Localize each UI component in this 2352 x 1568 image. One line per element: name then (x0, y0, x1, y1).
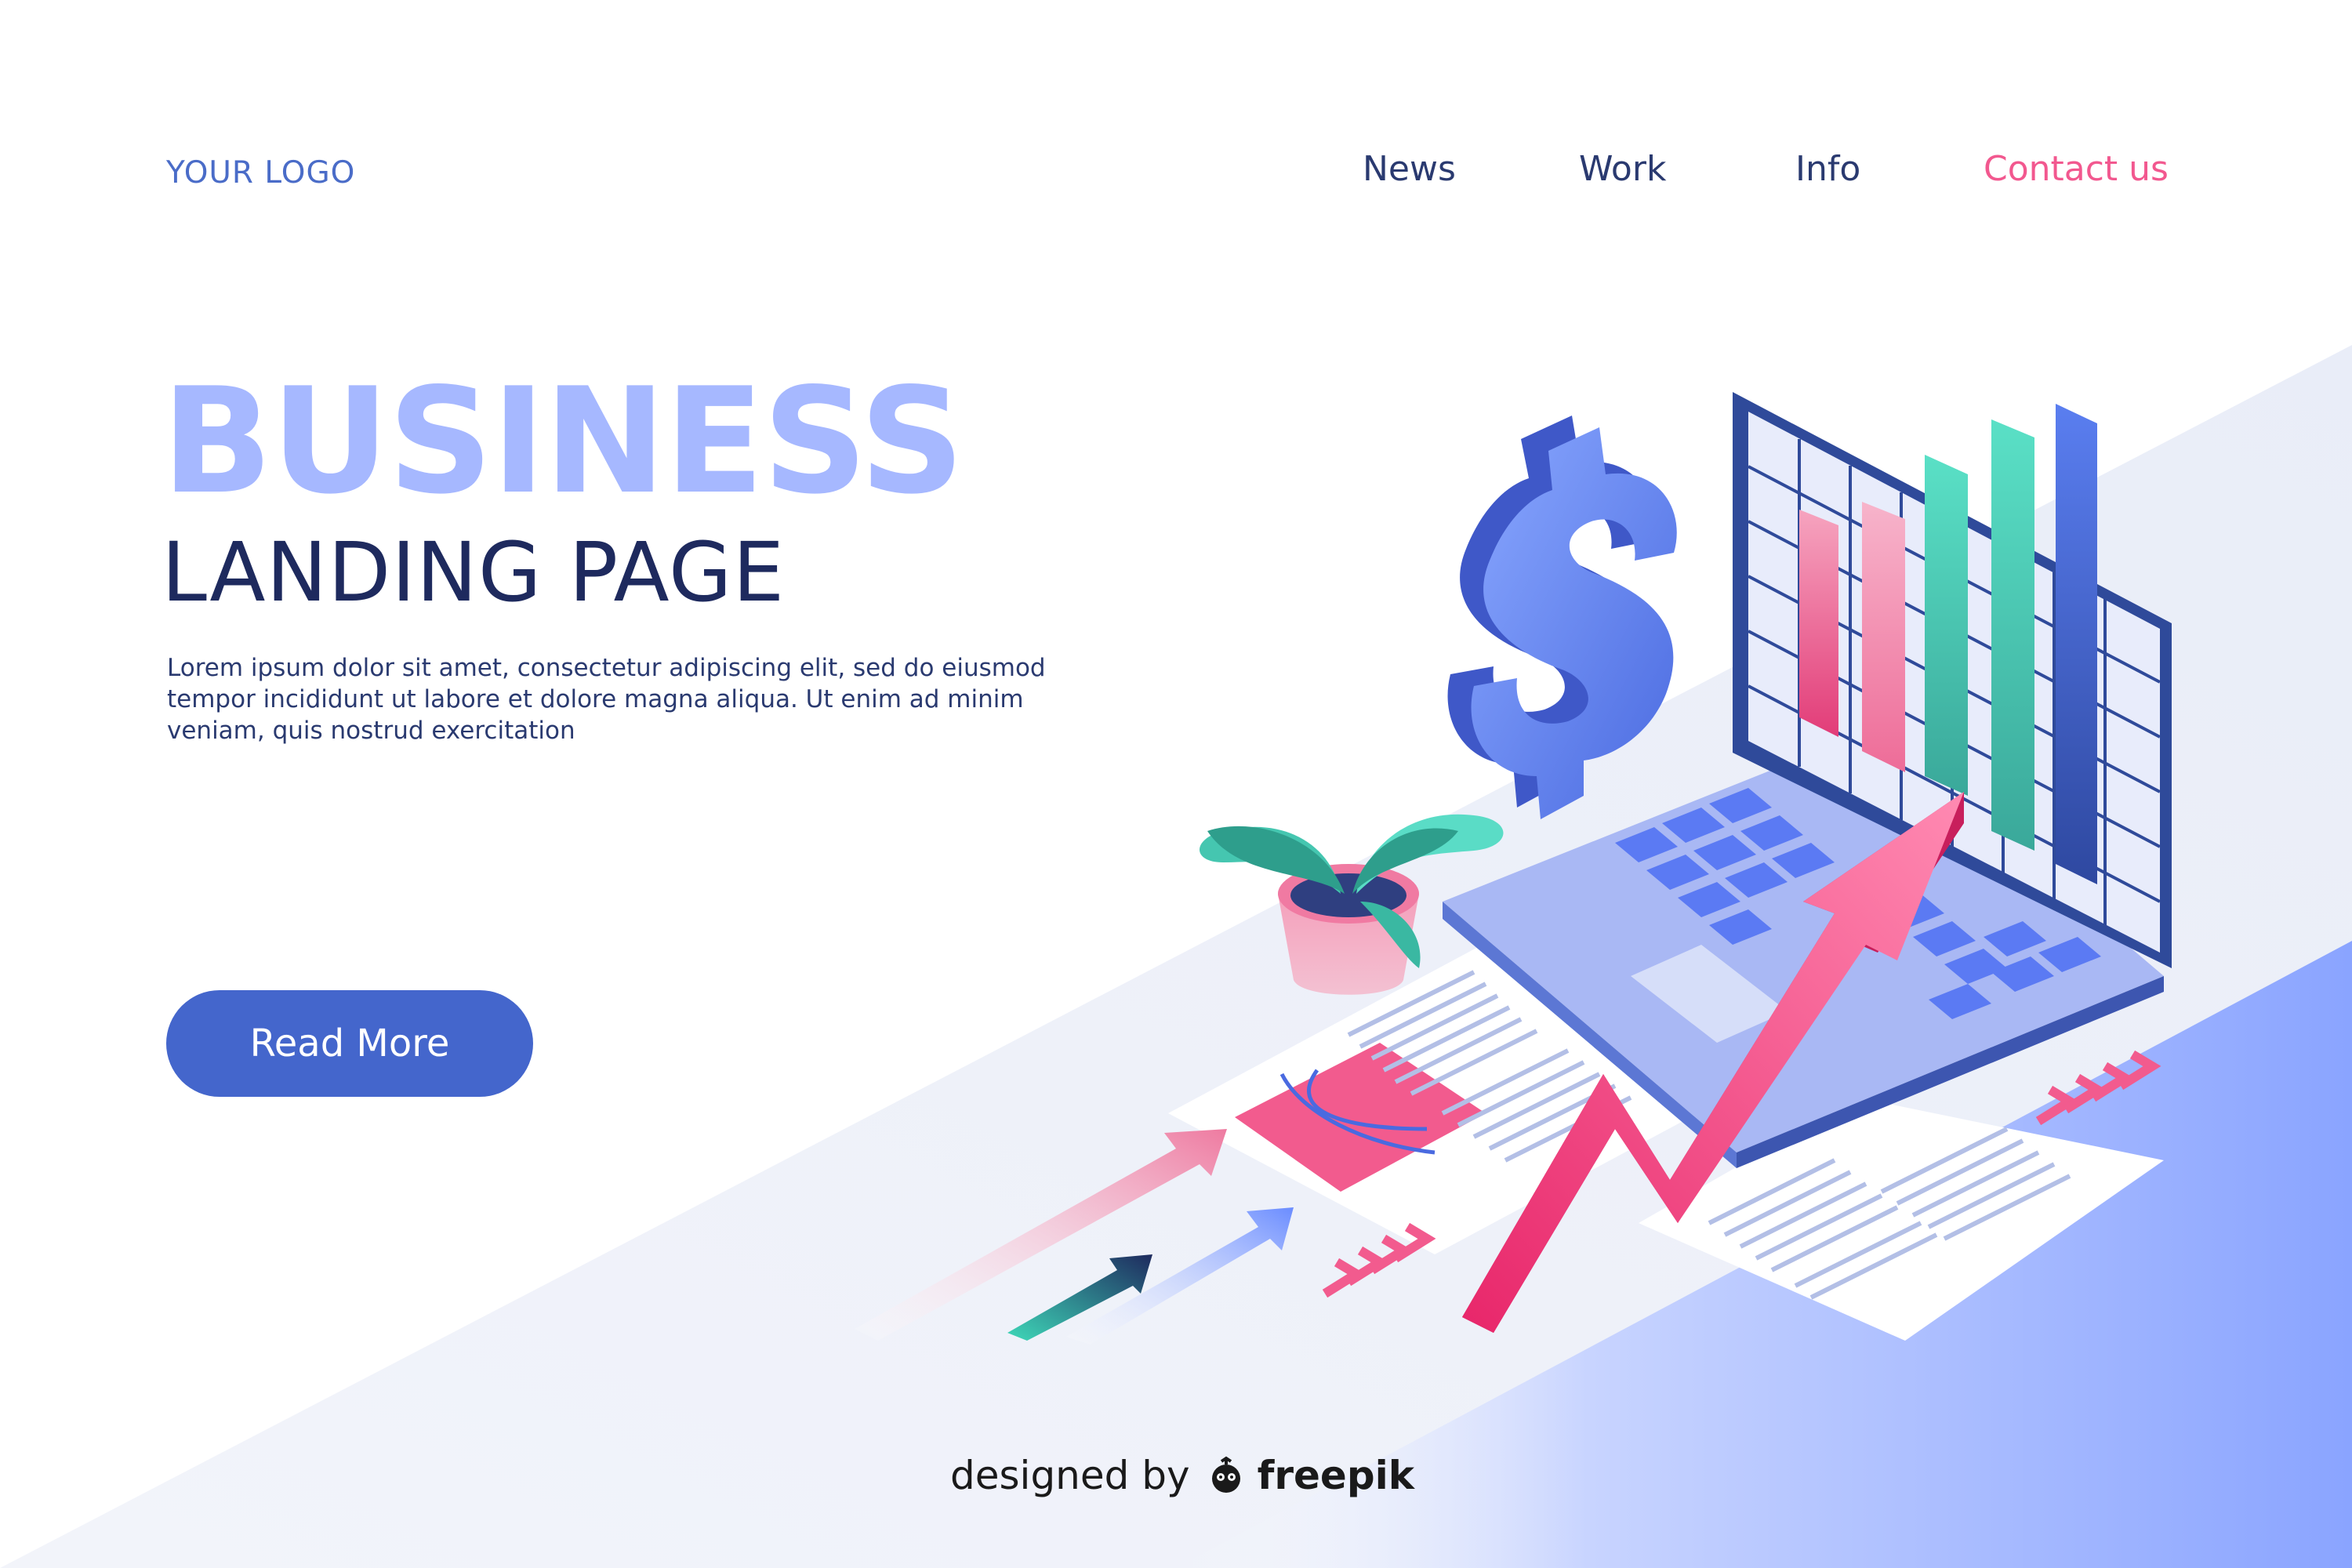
nav-contact-us[interactable]: Contact us (1984, 149, 2169, 189)
logo[interactable]: YOUR LOGO (166, 155, 355, 191)
hero-subtitle: LANDING PAGE (162, 524, 786, 620)
hero-description: Lorem ipsum dolor sit amet, consectetur … (167, 654, 1046, 745)
screen-bar-3 (1925, 455, 1968, 796)
nav-news[interactable]: News (1363, 149, 1456, 189)
screen-bar-4 (1991, 419, 2034, 851)
hero-illustration (0, 345, 2352, 1568)
credit-prefix: designed by (950, 1453, 1190, 1498)
hero-title: BUSINESS (162, 356, 964, 526)
read-more-label: Read More (249, 1022, 450, 1065)
credit-brand[interactable]: freepik (1258, 1453, 1414, 1498)
landing-page: YOUR LOGO News Work Info Contact us BUSI… (0, 0, 2352, 1568)
designer-credit: designed by freepik (950, 1452, 1414, 1499)
screen-bar-5 (2056, 404, 2097, 884)
nav-info[interactable]: Info (1795, 149, 1860, 189)
read-more-button[interactable]: Read More (166, 990, 533, 1097)
screen-bar-2 (1862, 502, 1905, 772)
freepik-logo-icon (1211, 1456, 1240, 1493)
screen-bar-1 (1799, 510, 1838, 737)
nav-work[interactable]: Work (1579, 149, 1666, 189)
